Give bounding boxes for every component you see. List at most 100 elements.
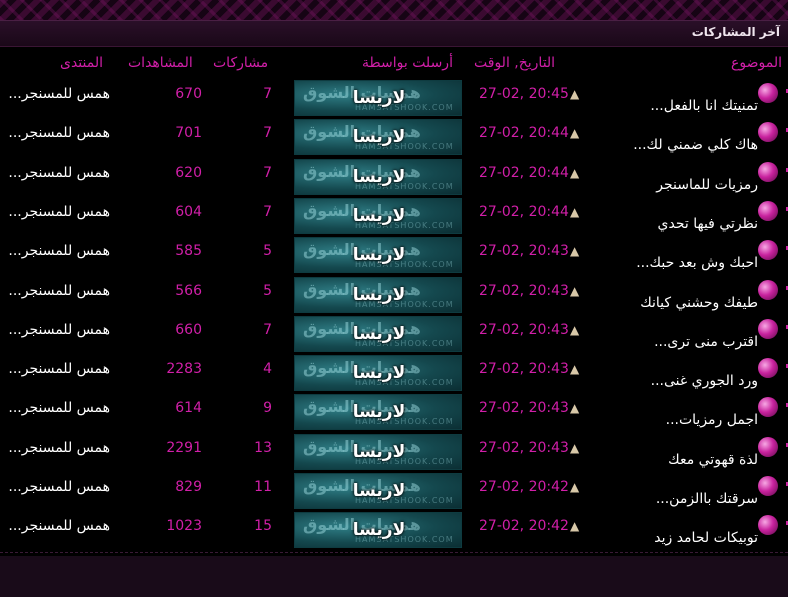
topic-link[interactable]: اجمل رمزيات... xyxy=(666,412,758,428)
view-count: 1023 xyxy=(166,518,202,534)
view-count: 660 xyxy=(175,322,202,338)
table-row: اقترب منى ترى... ▲ 27-02, 20:43 همسات الشوق… xyxy=(0,316,788,355)
author-banner[interactable]: همسات الشوق HAMSATSHOOK.COM لاريسا xyxy=(294,394,462,430)
author-banner[interactable]: همسات الشوق HAMSATSHOOK.COM لاريسا xyxy=(294,237,462,273)
author-name[interactable]: لاريسا xyxy=(295,285,461,305)
reply-count: 4 xyxy=(263,361,272,377)
column-header-author: أرسلت بواسطة xyxy=(362,55,453,71)
view-count: 670 xyxy=(175,86,202,102)
author-banner[interactable]: همسات الشوق HAMSATSHOOK.COM لاريسا xyxy=(294,119,462,155)
author-name[interactable]: لاريسا xyxy=(295,481,461,501)
table-row: اجمل رمزيات... ▲ 27-02, 20:43 همسات الشوق HA… xyxy=(0,394,788,433)
author-banner[interactable]: همسات الشوق HAMSATSHOOK.COM لاريسا xyxy=(294,80,462,116)
author-name[interactable]: لاريسا xyxy=(295,442,461,462)
forum-link[interactable]: همس للمسنجر... xyxy=(0,86,110,102)
topic-link[interactable]: لذة قهوتي معك xyxy=(668,452,758,468)
author-name[interactable]: لاريسا xyxy=(295,245,461,265)
author-name[interactable]: لاريسا xyxy=(295,206,461,226)
topic-bullet-icon xyxy=(758,437,778,457)
topic-link[interactable]: اقترب منى ترى... xyxy=(654,334,758,350)
footer-bar xyxy=(0,556,788,597)
reply-count: 9 xyxy=(263,400,272,416)
author-name[interactable]: لاريسا xyxy=(295,127,461,147)
forum-link[interactable]: همس للمسنجر... xyxy=(0,243,110,259)
topic-link[interactable]: ورد الجوري غنى... xyxy=(651,373,758,389)
go-to-last-post-icon[interactable]: ▲ xyxy=(570,480,579,494)
forum-link[interactable]: همس للمسنجر... xyxy=(0,400,110,416)
reply-count: 11 xyxy=(254,479,272,495)
author-banner[interactable]: همسات الشوق HAMSATSHOOK.COM لاريسا xyxy=(294,159,462,195)
post-datetime: 27-02, 20:45 xyxy=(479,86,569,102)
go-to-last-post-icon[interactable]: ▲ xyxy=(570,205,579,219)
topic-link[interactable]: توبيكات لحامد زيد xyxy=(654,530,758,546)
table-row: هاك كلي ضمني لك... ▲ 27-02, 20:44 همسات الش… xyxy=(0,119,788,158)
author-banner[interactable]: همسات الشوق HAMSATSHOOK.COM لاريسا xyxy=(294,277,462,313)
post-datetime: 27-02, 20:43 xyxy=(479,243,569,259)
post-datetime: 27-02, 20:44 xyxy=(479,165,569,181)
topic-link[interactable]: هاك كلي ضمني لك... xyxy=(633,137,758,153)
topic-link[interactable]: تمنيتك انا بالفعل... xyxy=(650,98,758,114)
forum-link[interactable]: همس للمسنجر... xyxy=(0,204,110,220)
table-row: سرقتك باالزمن... ▲ 27-02, 20:42 همسات الشوق… xyxy=(0,473,788,512)
post-datetime: 27-02, 20:43 xyxy=(479,400,569,416)
forum-link[interactable]: همس للمسنجر... xyxy=(0,361,110,377)
author-name[interactable]: لاريسا xyxy=(295,363,461,383)
topic-bullet-icon xyxy=(758,122,778,142)
table-row: توبيكات لحامد زيد ▲ 27-02, 20:42 همسات الشو… xyxy=(0,512,788,551)
post-datetime: 27-02, 20:43 xyxy=(479,322,569,338)
go-to-last-post-icon[interactable]: ▲ xyxy=(570,166,579,180)
view-count: 585 xyxy=(175,243,202,259)
forum-link[interactable]: همس للمسنجر... xyxy=(0,165,110,181)
table-row: طيفك وحشني كيانك ▲ 27-02, 20:43 همسات الشوق… xyxy=(0,277,788,316)
go-to-last-post-icon[interactable]: ▲ xyxy=(570,87,579,101)
go-to-last-post-icon[interactable]: ▲ xyxy=(570,284,579,298)
post-datetime: 27-02, 20:44 xyxy=(479,204,569,220)
topic-link[interactable]: طيفك وحشني كيانك xyxy=(640,295,758,311)
author-name[interactable]: لاريسا xyxy=(295,88,461,108)
post-datetime: 27-02, 20:43 xyxy=(479,440,569,456)
topic-bullet-icon xyxy=(758,280,778,300)
topic-bullet-icon xyxy=(758,397,778,417)
author-banner[interactable]: همسات الشوق HAMSATSHOOK.COM لاريسا xyxy=(294,316,462,352)
column-header-datetime: التاريخ, الوقت xyxy=(474,55,556,71)
reply-count: 15 xyxy=(254,518,272,534)
forum-link[interactable]: همس للمسنجر... xyxy=(0,283,110,299)
table-row: ورد الجوري غنى... ▲ 27-02, 20:43 همسات الشو… xyxy=(0,355,788,394)
top-decorative-pattern xyxy=(0,0,788,20)
go-to-last-post-icon[interactable]: ▲ xyxy=(570,323,579,337)
view-count: 2283 xyxy=(166,361,202,377)
reply-count: 7 xyxy=(263,125,272,141)
view-count: 566 xyxy=(175,283,202,299)
forum-link[interactable]: همس للمسنجر... xyxy=(0,440,110,456)
forum-link[interactable]: همس للمسنجر... xyxy=(0,479,110,495)
author-banner[interactable]: همسات الشوق HAMSATSHOOK.COM لاريسا xyxy=(294,473,462,509)
table-row: رمزيات للماسنجر ▲ 27-02, 20:44 همسات الشوق H… xyxy=(0,159,788,198)
reply-count: 5 xyxy=(263,283,272,299)
forum-link[interactable]: همس للمسنجر... xyxy=(0,322,110,338)
topic-link[interactable]: احبك وش بعد حبك... xyxy=(636,255,758,271)
author-banner[interactable]: همسات الشوق HAMSATSHOOK.COM لاريسا xyxy=(294,198,462,234)
forum-link[interactable]: همس للمسنجر... xyxy=(0,125,110,141)
topic-link[interactable]: نظرتي فيها تحدي xyxy=(658,216,758,232)
author-name[interactable]: لاريسا xyxy=(295,520,461,540)
author-name[interactable]: لاريسا xyxy=(295,167,461,187)
go-to-last-post-icon[interactable]: ▲ xyxy=(570,126,579,140)
author-banner[interactable]: همسات الشوق HAMSATSHOOK.COM لاريسا xyxy=(294,512,462,548)
topic-link[interactable]: رمزيات للماسنجر xyxy=(656,177,758,193)
go-to-last-post-icon[interactable]: ▲ xyxy=(570,362,579,376)
author-banner[interactable]: همسات الشوق HAMSATSHOOK.COM لاريسا xyxy=(294,434,462,470)
author-banner[interactable]: همسات الشوق HAMSATSHOOK.COM لاريسا xyxy=(294,355,462,391)
view-count: 701 xyxy=(175,125,202,141)
go-to-last-post-icon[interactable]: ▲ xyxy=(570,441,579,455)
forum-link[interactable]: همس للمسنجر... xyxy=(0,518,110,534)
topic-bullet-icon xyxy=(758,162,778,182)
topic-bullet-icon xyxy=(758,240,778,260)
topic-bullet-icon xyxy=(758,201,778,221)
author-name[interactable]: لاريسا xyxy=(295,402,461,422)
topic-link[interactable]: سرقتك باالزمن... xyxy=(656,491,758,507)
topic-bullet-icon xyxy=(758,358,778,378)
go-to-last-post-icon[interactable]: ▲ xyxy=(570,519,579,533)
go-to-last-post-icon[interactable]: ▲ xyxy=(570,244,579,258)
author-name[interactable]: لاريسا xyxy=(295,324,461,344)
go-to-last-post-icon[interactable]: ▲ xyxy=(570,401,579,415)
